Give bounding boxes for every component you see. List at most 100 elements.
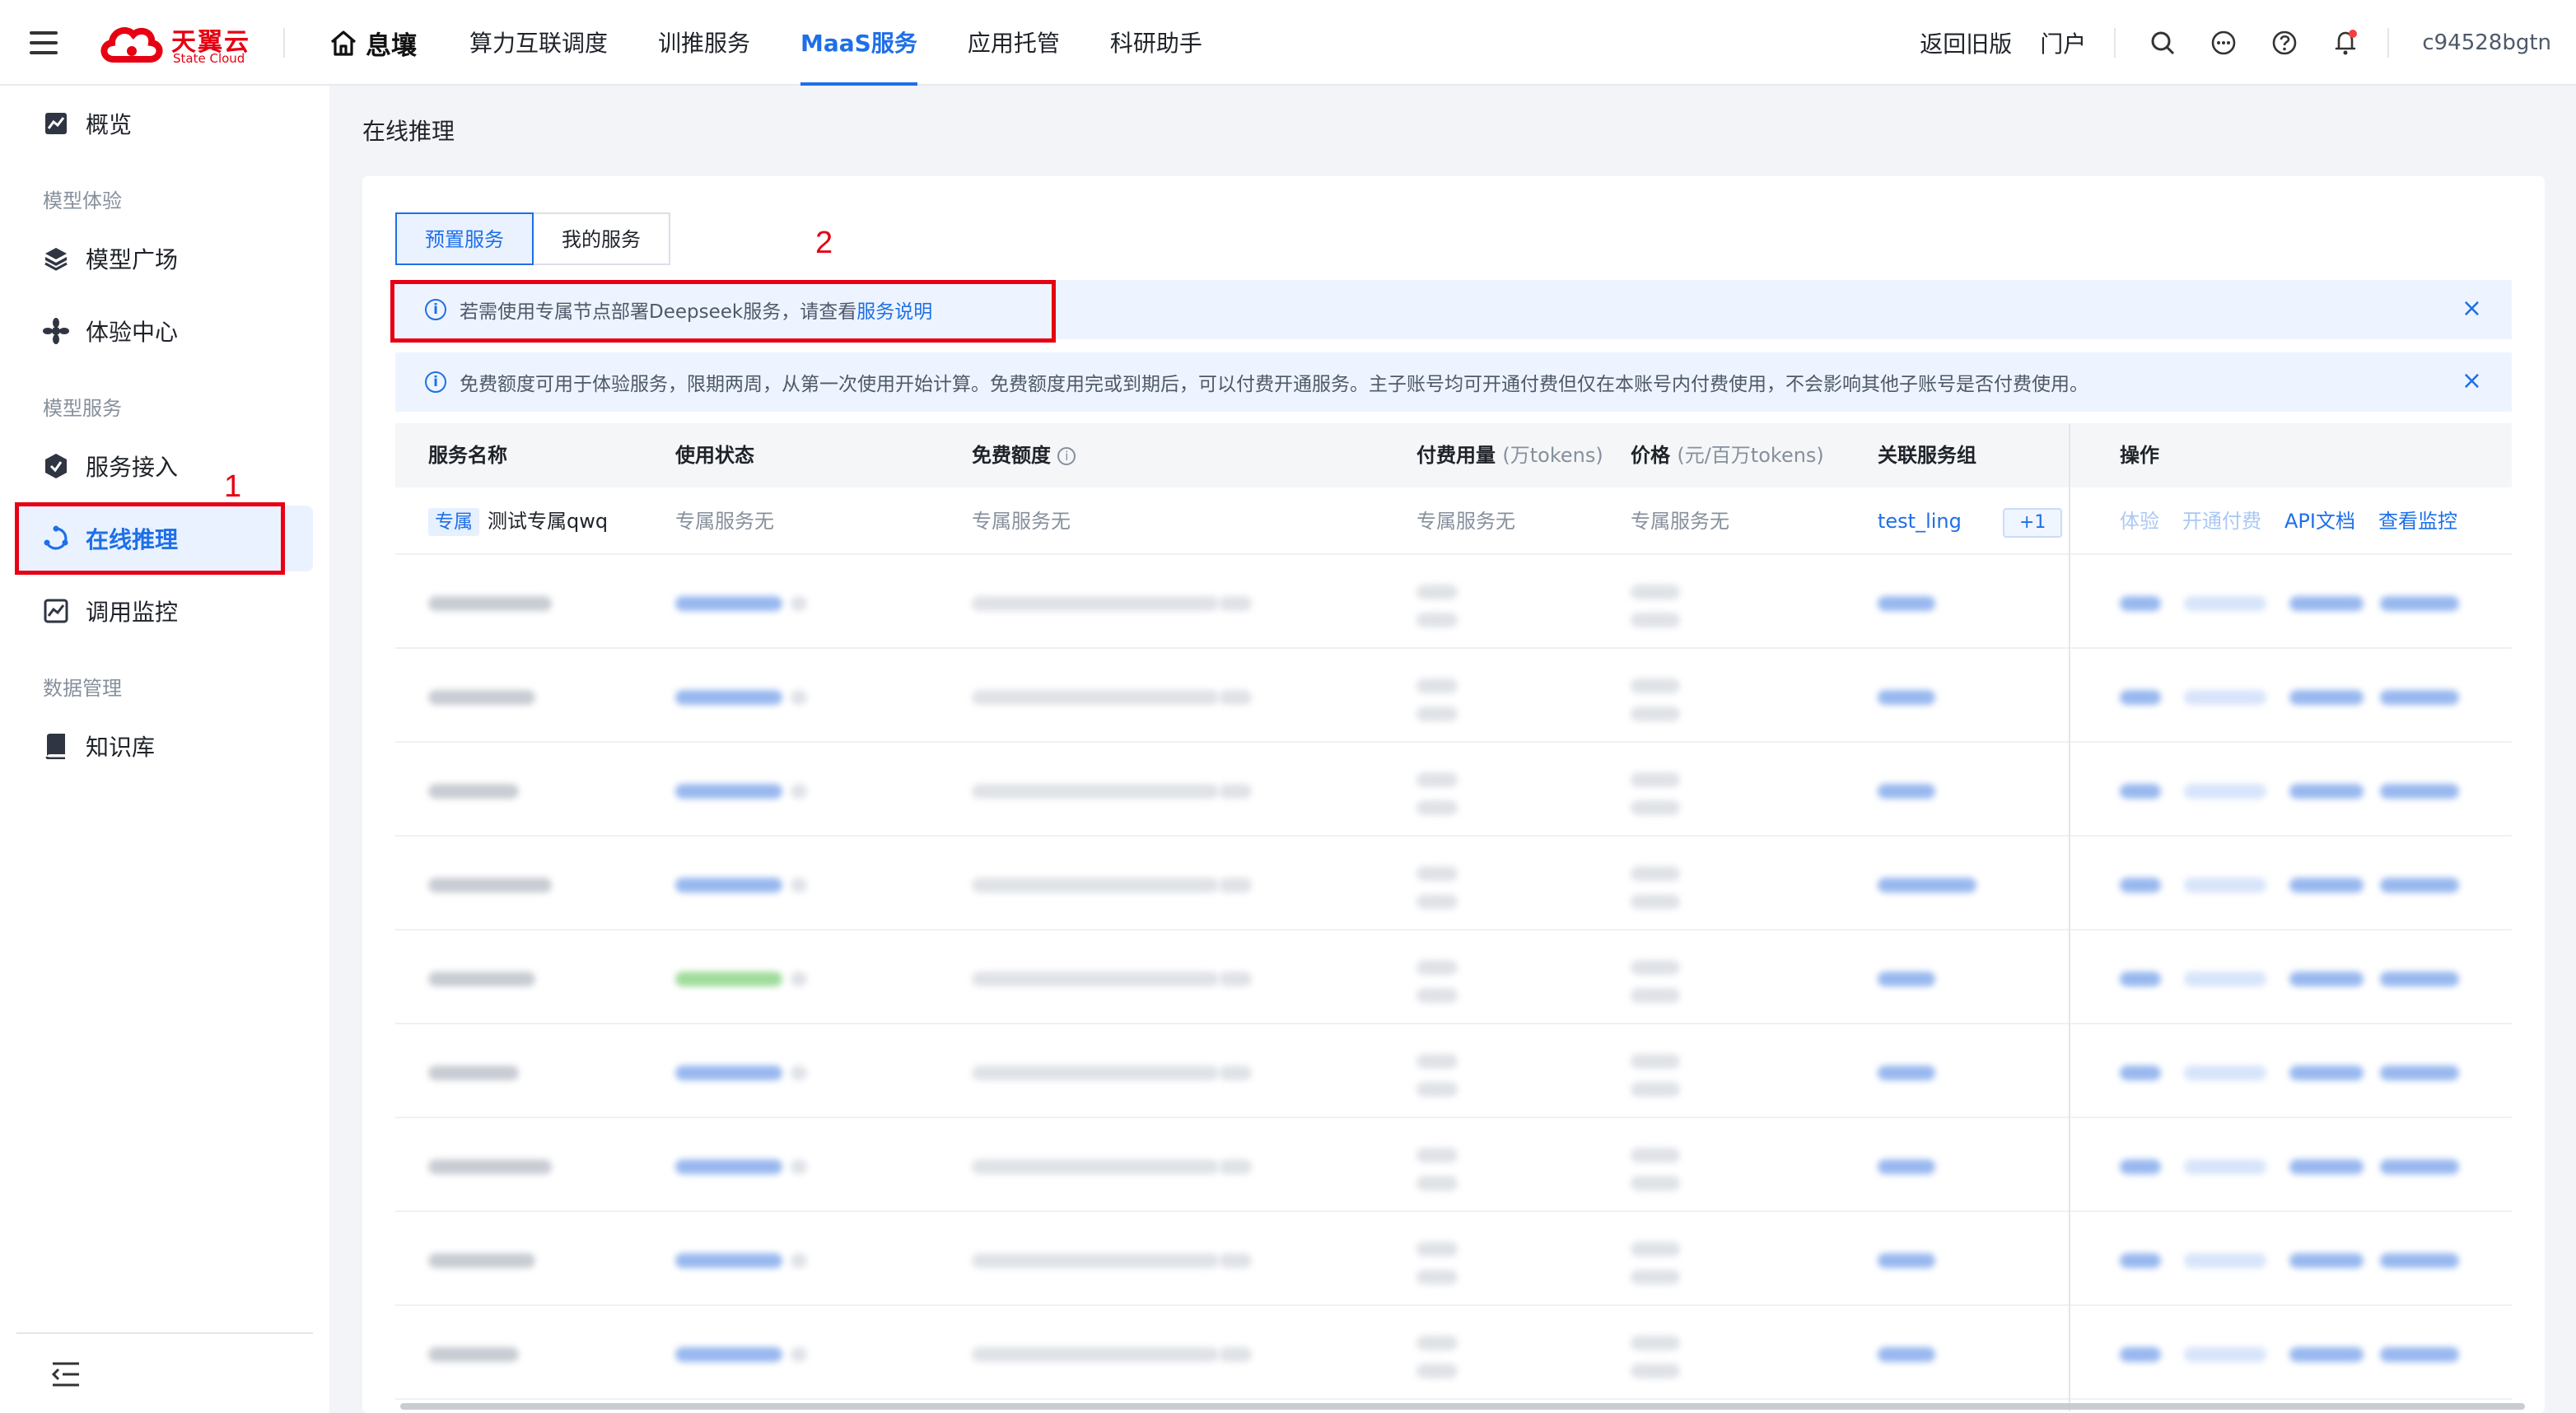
blurred-cell bbox=[675, 1253, 782, 1268]
blurred-cell bbox=[791, 972, 807, 986]
blurred-cell bbox=[972, 1159, 1219, 1174]
nav-compute-scheduling[interactable]: 算力互联调度 bbox=[469, 0, 608, 86]
blurred-cell bbox=[972, 1066, 1219, 1080]
table-row: 专属 测试专属qwq 专属服务无 专属服务无 专属服务无 专属服务无 test_l… bbox=[395, 487, 2512, 555]
blurred-cell bbox=[1416, 706, 1458, 721]
nav-research-assistant[interactable]: 科研助手 bbox=[1110, 0, 1202, 86]
service-name: 测试专属qwq bbox=[488, 510, 609, 533]
column-header-label: 免费额度 bbox=[972, 444, 1051, 467]
blurred-cell bbox=[675, 1066, 782, 1080]
blurred-cell bbox=[1219, 596, 1252, 611]
paid-usage-cell: 专属服务无 bbox=[1416, 510, 1515, 533]
brand[interactable]: 息壤 bbox=[329, 25, 417, 61]
divider bbox=[2114, 28, 2116, 58]
blurred-cell bbox=[1416, 1082, 1458, 1097]
top-nav: 算力互联调度 训推服务 MaaS服务 应用托管 科研助手 bbox=[469, 0, 1253, 86]
group-more-tag[interactable]: +1 bbox=[2003, 508, 2063, 538]
close-icon[interactable]: × bbox=[2462, 369, 2482, 394]
column-header-paid-usage: 付费用量 (万tokens) bbox=[1416, 423, 1603, 487]
menu-icon[interactable] bbox=[30, 31, 58, 54]
cube-icon bbox=[41, 244, 71, 273]
sidebar-item-label: 概览 bbox=[86, 111, 133, 138]
column-header-price: 价格 (元/百万tokens) bbox=[1631, 423, 1824, 487]
blurred-cell bbox=[428, 972, 535, 986]
blurred-cell bbox=[1631, 1242, 1680, 1257]
annotation-number-1: 1 bbox=[224, 469, 242, 504]
horizontal-scrollbar[interactable] bbox=[400, 1403, 2525, 1410]
blurred-cell bbox=[1416, 894, 1458, 909]
sidebar-item-call-monitor[interactable]: 调用监控 bbox=[16, 578, 313, 644]
blurred-cell bbox=[1878, 972, 1935, 986]
blurred-cell bbox=[1631, 1364, 1680, 1378]
logo[interactable]: 天翼云 State Cloud bbox=[99, 20, 255, 69]
logo-subtext: State Cloud bbox=[173, 51, 245, 66]
blurred-cell bbox=[1631, 706, 1680, 721]
free-quota-notice: i 免费额度可用于体验服务，限期两周，从第一次使用开始计算。免费额度用完或到期后… bbox=[395, 352, 2512, 412]
message-icon[interactable] bbox=[2210, 29, 2238, 57]
column-header-status: 使用状态 bbox=[675, 444, 754, 467]
blurred-cell bbox=[1631, 585, 1680, 599]
search-icon[interactable] bbox=[2149, 29, 2177, 57]
info-icon[interactable]: i bbox=[1057, 447, 1076, 465]
blurred-cell bbox=[2120, 1347, 2161, 1362]
nav-training-inference[interactable]: 训推服务 bbox=[658, 0, 750, 86]
sidebar-item-overview[interactable]: 概览 bbox=[16, 91, 313, 156]
blurred-cell bbox=[1416, 1242, 1458, 1257]
activate-payment-link[interactable]: 开通付费 bbox=[2182, 510, 2261, 533]
sidebar-item-experience-center[interactable]: 体验中心 bbox=[16, 298, 313, 364]
blurred-cell bbox=[791, 690, 807, 705]
column-header-unit: (元/百万tokens) bbox=[1677, 444, 1824, 467]
tab-preset-services[interactable]: 预置服务 bbox=[395, 212, 534, 265]
group-more-cell: +1 bbox=[2003, 487, 2063, 555]
back-old-version-link[interactable]: 返回旧版 bbox=[1920, 26, 2012, 59]
service-group-link[interactable]: test_ling bbox=[1878, 487, 1962, 555]
blurred-cell bbox=[2380, 1159, 2459, 1174]
user-account[interactable]: c94528bgtn bbox=[2422, 30, 2551, 55]
blurred-cell bbox=[2184, 1347, 2266, 1362]
nav-app-hosting[interactable]: 应用托管 bbox=[968, 0, 1060, 86]
blurred-cell bbox=[428, 1347, 519, 1362]
blurred-cell bbox=[1416, 613, 1458, 627]
api-docs-link[interactable]: API文档 bbox=[2284, 510, 2355, 533]
tab-my-services[interactable]: 我的服务 bbox=[534, 212, 670, 265]
portal-link[interactable]: 门户 bbox=[2040, 26, 2086, 59]
sidebar: 概览 模型体验 模型广场 体验中心 模型服务 服务接入 在线推理 调用监控 数据… bbox=[0, 86, 329, 1413]
blurred-cell bbox=[1416, 866, 1458, 881]
blurred-cell bbox=[2120, 878, 2161, 893]
sidebar-item-service-access[interactable]: 服务接入 bbox=[16, 433, 313, 499]
blurred-cell bbox=[1416, 1364, 1458, 1378]
sidebar-item-knowledge-base[interactable]: 知识库 bbox=[16, 713, 313, 779]
annotation-number-2: 2 bbox=[815, 226, 833, 260]
blurred-cell bbox=[2380, 972, 2459, 986]
sidebar-item-model-square[interactable]: 模型广场 bbox=[16, 226, 313, 291]
help-icon[interactable] bbox=[2270, 29, 2298, 57]
blurred-cell bbox=[1219, 878, 1252, 893]
blurred-cell bbox=[791, 596, 807, 611]
close-icon[interactable]: × bbox=[2462, 296, 2482, 321]
nav-maas[interactable]: MaaS服务 bbox=[800, 0, 917, 86]
blurred-cell bbox=[791, 1066, 807, 1080]
blurred-cell bbox=[1416, 1270, 1458, 1285]
blurred-table-row bbox=[395, 1118, 2512, 1212]
sidebar-group-label: 模型服务 bbox=[43, 397, 122, 420]
divider bbox=[2387, 28, 2390, 58]
blurred-cell bbox=[1416, 1176, 1458, 1191]
services-table: 服务名称 使用状态 免费额度 i 付费用量 (万tokens) 价格 (元/百万… bbox=[395, 423, 2512, 1400]
free-quota-cell: 专属服务无 bbox=[972, 510, 1071, 533]
divider bbox=[283, 28, 285, 58]
blurred-cell bbox=[1878, 1159, 1935, 1174]
status-cell: 专属服务无 bbox=[675, 510, 774, 533]
blurred-table-row bbox=[395, 555, 2512, 649]
blurred-cell bbox=[1416, 585, 1458, 599]
try-link[interactable]: 体验 bbox=[2120, 510, 2159, 533]
info-icon: i bbox=[425, 371, 446, 393]
blurred-cell bbox=[428, 596, 552, 611]
collapse-sidebar-icon[interactable] bbox=[49, 1360, 82, 1388]
blurred-cell bbox=[2380, 1253, 2459, 1268]
view-monitor-link[interactable]: 查看监控 bbox=[2378, 510, 2457, 533]
bell-icon[interactable] bbox=[2331, 29, 2359, 57]
blurred-cell bbox=[1631, 1270, 1680, 1285]
blurred-table-row bbox=[395, 1306, 2512, 1400]
column-header-label: 付费用量 bbox=[1416, 444, 1496, 467]
column-header-ops: 操作 bbox=[2120, 444, 2159, 467]
